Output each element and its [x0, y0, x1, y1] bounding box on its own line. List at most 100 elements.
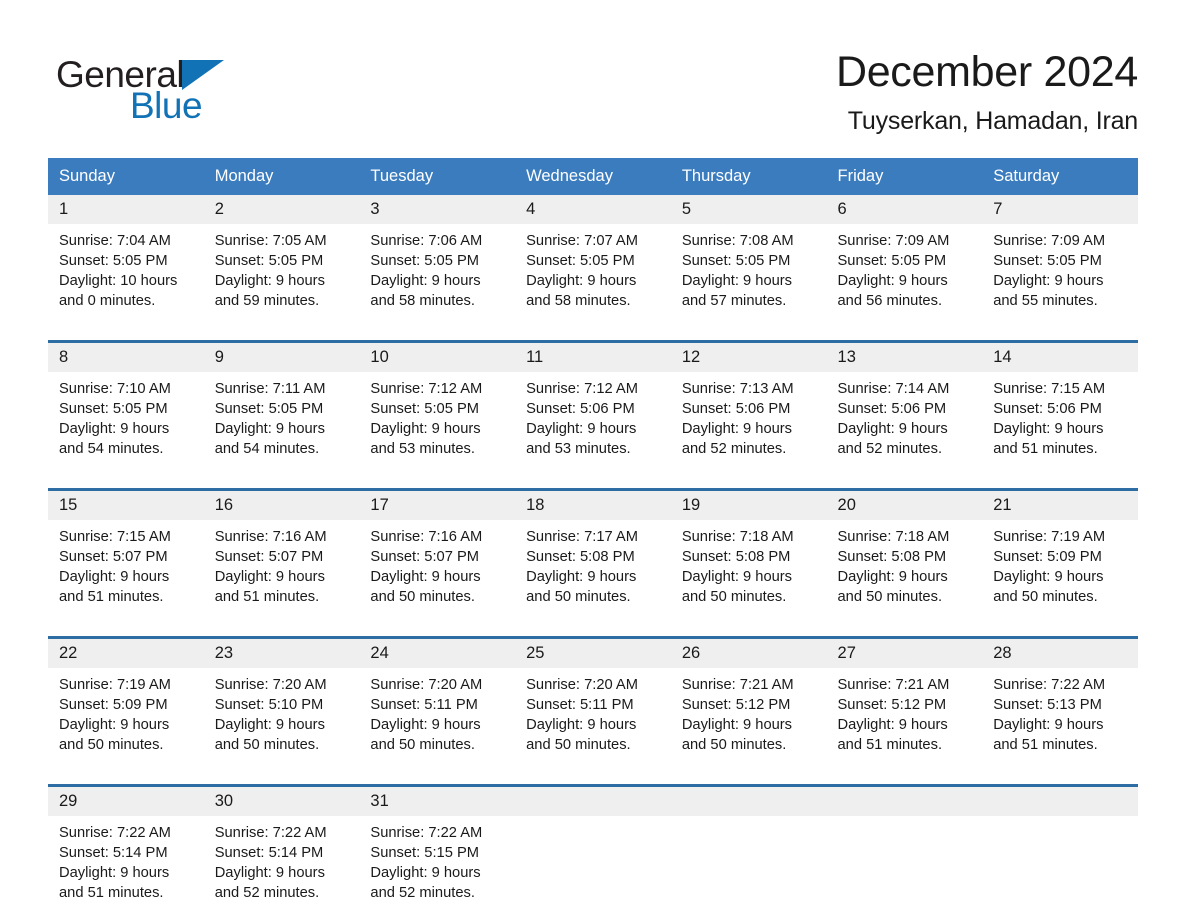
day-number: 2: [203, 195, 360, 224]
sunset-text: Sunset: 5:05 PM: [370, 401, 479, 417]
daylight-text-line1: Daylight: 9 hours: [214, 569, 325, 585]
sunrise-text: Sunrise: 7:09 AM: [993, 233, 1106, 249]
daylight-text-line1: Daylight: 9 hours: [526, 421, 637, 437]
day-number: 25: [515, 639, 671, 668]
day-info: [982, 816, 1138, 823]
day-info: Sunrise: 7:12 AM Sunset: 5:05 PM Daylight:…: [359, 372, 515, 459]
day-cell[interactable]: 31 Sunrise: 7:22 AM Sunset: 5:15 PM Dayligh…: [359, 787, 516, 921]
sunrise-text: Sunrise: 7:08 AM: [681, 233, 794, 249]
day-number: 24: [359, 639, 516, 668]
sunset-text: Sunset: 5:05 PM: [59, 253, 168, 269]
day-info: Sunrise: 7:20 AM Sunset: 5:10 PM Daylight:…: [204, 668, 360, 755]
day-number: 16: [203, 491, 360, 520]
daylight-text-line2: and 52 minutes.: [681, 441, 787, 457]
day-cell[interactable]: 19 Sunrise: 7:18 AM Sunset: 5:08 PM Dayligh…: [670, 491, 827, 625]
sunrise-text: Sunrise: 7:15 AM: [993, 381, 1106, 397]
day-cell[interactable]: 4 Sunrise: 7:07 AM Sunset: 5:05 PM Daylight…: [515, 195, 671, 329]
daylight-text-line2: and 50 minutes.: [526, 589, 631, 605]
daylight-text-line1: Daylight: 9 hours: [837, 273, 948, 289]
day-cell[interactable]: 27 Sunrise: 7:21 AM Sunset: 5:12 PM Dayligh…: [826, 639, 983, 773]
day-cell[interactable]: 15 Sunrise: 7:15 AM Sunset: 5:07 PM Dayligh…: [48, 491, 204, 625]
daylight-text-line2: and 51 minutes.: [993, 441, 1098, 457]
sunrise-text: Sunrise: 7:10 AM: [59, 381, 171, 397]
sunset-text: Sunset: 5:10 PM: [214, 697, 324, 713]
day-cell[interactable]: 2 Sunrise: 7:05 AM Sunset: 5:05 PM Daylight…: [203, 195, 360, 329]
sunrise-text: Sunrise: 7:11 AM: [214, 381, 326, 397]
week-spacer: [48, 329, 1138, 340]
day-cell[interactable]: 18 Sunrise: 7:17 AM Sunset: 5:08 PM Dayligh…: [515, 491, 671, 625]
day-info: Sunrise: 7:16 AM Sunset: 5:07 PM Daylight:…: [359, 520, 515, 607]
day-cell[interactable]: 21 Sunrise: 7:19 AM Sunset: 5:09 PM Dayligh…: [982, 491, 1138, 625]
daylight-text-line1: Daylight: 9 hours: [526, 273, 637, 289]
daylight-text-line2: and 51 minutes.: [993, 737, 1098, 753]
day-cell[interactable]: 25 Sunrise: 7:20 AM Sunset: 5:11 PM Dayligh…: [515, 639, 671, 773]
daylight-text-line1: Daylight: 9 hours: [214, 717, 325, 733]
day-number: 26: [670, 639, 827, 668]
sunset-text: Sunset: 5:09 PM: [993, 549, 1102, 565]
daylight-text-line2: and 50 minutes.: [370, 737, 475, 753]
daylight-text-line2: and 51 minutes.: [214, 589, 320, 605]
general-blue-logo[interactable]: General Blue: [56, 48, 266, 124]
day-cell[interactable]: 23 Sunrise: 7:20 AM Sunset: 5:10 PM Dayligh…: [203, 639, 360, 773]
daylight-text-line2: and 57 minutes.: [681, 293, 787, 309]
day-cell[interactable]: 13 Sunrise: 7:14 AM Sunset: 5:06 PM Dayligh…: [826, 343, 983, 477]
weekday-header-saturday: Saturday: [982, 158, 1138, 195]
day-cell[interactable]: 26 Sunrise: 7:21 AM Sunset: 5:12 PM Dayligh…: [670, 639, 827, 773]
daylight-text-line2: and 56 minutes.: [837, 293, 943, 309]
day-cell[interactable]: 8 Sunrise: 7:10 AM Sunset: 5:05 PM Daylight…: [48, 343, 204, 477]
day-cell[interactable]: 28 Sunrise: 7:22 AM Sunset: 5:13 PM Dayligh…: [982, 639, 1138, 773]
daylight-text-line1: Daylight: 9 hours: [59, 421, 170, 437]
daylight-text-line1: Daylight: 9 hours: [526, 717, 637, 733]
day-info: [827, 816, 983, 823]
weekday-header-thursday: Thursday: [670, 158, 827, 195]
day-cell-empty: [826, 787, 983, 921]
day-number: 1: [48, 195, 204, 224]
day-cell[interactable]: 30 Sunrise: 7:22 AM Sunset: 5:14 PM Dayligh…: [203, 787, 360, 921]
weekday-header-row: Sunday Monday Tuesday Wednesday Thursday…: [48, 158, 1138, 195]
sunrise-text: Sunrise: 7:21 AM: [681, 677, 794, 693]
day-info: Sunrise: 7:13 AM Sunset: 5:06 PM Daylight:…: [671, 372, 827, 459]
sunset-text: Sunset: 5:08 PM: [681, 549, 791, 565]
daylight-text-line2: and 59 minutes.: [214, 293, 320, 309]
calendar-week-row: 29 Sunrise: 7:22 AM Sunset: 5:14 PM Dayligh…: [48, 787, 1138, 921]
day-cell[interactable]: 20 Sunrise: 7:18 AM Sunset: 5:08 PM Dayligh…: [826, 491, 983, 625]
day-number: 5: [670, 195, 827, 224]
day-info: Sunrise: 7:22 AM Sunset: 5:13 PM Daylight:…: [982, 668, 1138, 755]
day-cell[interactable]: 17 Sunrise: 7:16 AM Sunset: 5:07 PM Dayligh…: [359, 491, 516, 625]
sunrise-text: Sunrise: 7:07 AM: [526, 233, 638, 249]
day-cell[interactable]: 22 Sunrise: 7:19 AM Sunset: 5:09 PM Dayligh…: [48, 639, 204, 773]
daylight-text-line2: and 52 minutes.: [214, 885, 320, 901]
calendar-page: General Blue December 2024 Tuyserkan, Ha…: [0, 0, 1188, 918]
page-title: December 2024: [835, 48, 1138, 96]
daylight-text-line2: and 58 minutes.: [526, 293, 631, 309]
day-number: 13: [826, 343, 983, 372]
day-number: 17: [359, 491, 516, 520]
week-spacer: [48, 477, 1138, 488]
calendar-week-row: 22 Sunrise: 7:19 AM Sunset: 5:09 PM Dayligh…: [48, 639, 1138, 773]
day-cell[interactable]: 11 Sunrise: 7:12 AM Sunset: 5:06 PM Dayligh…: [515, 343, 671, 477]
day-number: 29: [48, 787, 204, 816]
daylight-text-line1: Daylight: 9 hours: [681, 717, 793, 733]
sunset-text: Sunset: 5:08 PM: [526, 549, 635, 565]
sunrise-text: Sunrise: 7:15 AM: [59, 529, 171, 545]
day-cell[interactable]: 29 Sunrise: 7:22 AM Sunset: 5:14 PM Dayligh…: [48, 787, 204, 921]
day-cell[interactable]: 10 Sunrise: 7:12 AM Sunset: 5:05 PM Dayligh…: [359, 343, 516, 477]
day-cell[interactable]: 14 Sunrise: 7:15 AM Sunset: 5:06 PM Dayligh…: [982, 343, 1138, 477]
daylight-text-line1: Daylight: 9 hours: [59, 717, 170, 733]
day-info: Sunrise: 7:21 AM Sunset: 5:12 PM Daylight:…: [671, 668, 827, 755]
sunset-text: Sunset: 5:05 PM: [214, 401, 324, 417]
day-cell[interactable]: 5 Sunrise: 7:08 AM Sunset: 5:05 PM Daylight…: [670, 195, 827, 329]
day-cell[interactable]: 7 Sunrise: 7:09 AM Sunset: 5:05 PM Daylight…: [982, 195, 1138, 329]
day-cell[interactable]: 3 Sunrise: 7:06 AM Sunset: 5:05 PM Daylight…: [359, 195, 516, 329]
sunrise-text: Sunrise: 7:22 AM: [993, 677, 1106, 693]
day-cell[interactable]: 9 Sunrise: 7:11 AM Sunset: 5:05 PM Daylight…: [203, 343, 360, 477]
day-cell[interactable]: 12 Sunrise: 7:13 AM Sunset: 5:06 PM Dayligh…: [670, 343, 827, 477]
day-info: Sunrise: 7:12 AM Sunset: 5:06 PM Daylight:…: [515, 372, 671, 459]
day-info: Sunrise: 7:20 AM Sunset: 5:11 PM Daylight:…: [515, 668, 671, 755]
day-cell[interactable]: 1 Sunrise: 7:04 AM Sunset: 5:05 PM Daylight…: [48, 195, 204, 329]
day-info: Sunrise: 7:21 AM Sunset: 5:12 PM Daylight:…: [827, 668, 983, 755]
day-cell[interactable]: 6 Sunrise: 7:09 AM Sunset: 5:05 PM Daylight…: [826, 195, 983, 329]
day-cell[interactable]: 24 Sunrise: 7:20 AM Sunset: 5:11 PM Dayligh…: [359, 639, 516, 773]
sunrise-text: Sunrise: 7:05 AM: [214, 233, 327, 249]
day-cell[interactable]: 16 Sunrise: 7:16 AM Sunset: 5:07 PM Dayligh…: [203, 491, 360, 625]
